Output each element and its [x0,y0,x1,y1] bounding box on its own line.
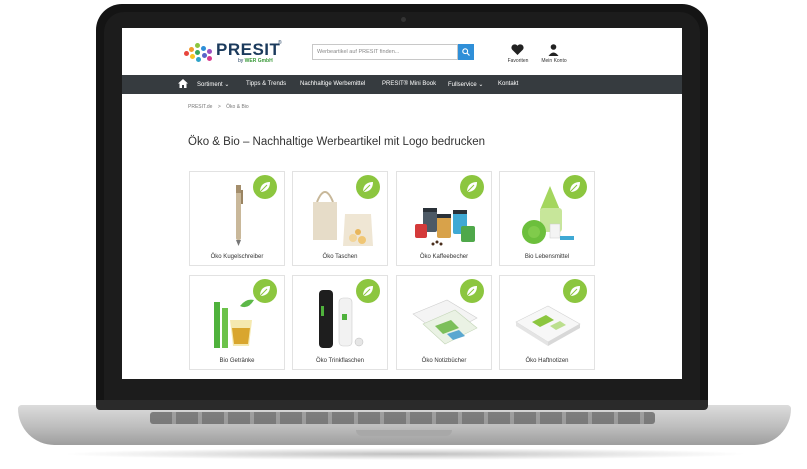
search-button[interactable] [458,44,474,60]
category-card-kaffeebecher[interactable]: Öko Kaffeebecher [396,171,492,266]
category-label: Öko Kugelschreiber [210,254,264,260]
leaf-badge [253,175,277,199]
breadcrumb-separator: > [217,104,221,110]
category-label: Öko Taschen [322,254,358,260]
user-icon [548,44,559,56]
laptop-screen: PRESIT ® by WER GmbH Werbeartikel auf PR… [122,28,682,379]
leaf-badge [356,279,380,303]
favorites-button[interactable]: Favoriten [498,42,538,64]
leaf-icon [362,286,373,297]
logo-tagline-prefix: by [238,58,244,64]
search-icon [462,48,470,56]
logo-wordmark: PRESIT [216,40,281,59]
leaf-icon [259,286,270,297]
category-card-haftnotizen[interactable]: Öko Haftnotizen [499,275,595,370]
chevron-down-icon: ⌄ [478,82,484,88]
search-placeholder: Werbeartikel auf PRESIT finden... [317,49,400,55]
category-card-getraenke[interactable]: Bio Getränke [189,275,285,370]
category-card-trinkflaschen[interactable]: Öko Trinkflaschen [292,275,388,370]
site-header: PRESIT ® by WER GmbH Werbeartikel auf PR… [122,28,682,75]
breadcrumb-home[interactable]: PRESIT.de [188,104,212,110]
category-label: Öko Haftnotizen [525,358,569,364]
category-label: Öko Kaffeebecher [419,254,469,260]
category-label: Öko Notizbücher [421,358,467,364]
nav-item-tipps[interactable]: Tipps & Trends [246,81,286,87]
logo-trademark: ® [278,40,282,46]
nav-item-sortiment[interactable]: Sortiment ⌄ [197,81,229,88]
laptop-hinge [96,400,708,410]
category-card-taschen[interactable]: Öko Taschen [292,171,388,266]
category-label: Bio Lebensmittel [524,254,570,260]
leaf-icon [569,182,580,193]
heart-icon [511,44,524,55]
favorites-label: Favoriten [507,58,529,64]
search-input[interactable]: Werbeartikel auf PRESIT finden... [312,44,458,60]
leaf-icon [362,182,373,193]
home-icon[interactable] [178,79,188,88]
laptop-base [18,405,791,445]
leaf-icon [466,286,477,297]
leaf-badge [356,175,380,199]
nav-item-fullservice[interactable]: Fullservice ⌄ [448,81,483,88]
chevron-down-icon: ⌄ [224,82,230,88]
category-card-lebensmittel[interactable]: Bio Lebensmittel [499,171,595,266]
leaf-badge [563,279,587,303]
logo-tagline-brand: WER GmbH [244,58,273,64]
leaf-badge [460,175,484,199]
page-title: Öko & Bio – Nachhaltige Werbeartikel mit… [188,136,486,148]
leaf-icon [259,182,270,193]
nav-item-label: Sortiment [197,82,223,88]
category-card-notizbuecher[interactable]: Öko Notizbücher [396,275,492,370]
category-card-kugelschreiber[interactable]: Öko Kugelschreiber [189,171,285,266]
logo-tagline: by WER GmbH [238,58,273,64]
nav-item-minibook[interactable]: PRESIT® Mini Book [382,81,436,87]
laptop-keyboard [150,412,655,424]
leaf-icon [569,286,580,297]
nav-item-label: Fullservice [448,82,477,88]
leaf-badge [253,279,277,303]
nav-item-nachhaltig[interactable]: Nachhaltige Werbemittel [300,81,365,87]
nav-item-kontakt[interactable]: Kontakt [498,81,518,87]
category-label: Bio Getränke [219,358,255,364]
camera-icon [401,17,406,22]
leaf-icon [466,182,477,193]
breadcrumb-current: Öko & Bio [226,104,249,110]
leaf-badge [460,279,484,303]
laptop-notch [356,430,452,436]
account-button[interactable]: Mein Konto [534,42,574,64]
logo-dots-icon [182,41,214,63]
laptop-shadow [60,448,750,460]
breadcrumb: PRESIT.de > Öko & Bio [188,104,249,110]
site-logo[interactable]: PRESIT ® by WER GmbH [182,39,282,67]
account-label: Mein Konto [541,58,567,64]
category-label: Öko Trinkflaschen [315,358,365,364]
main-nav: Sortiment ⌄ Tipps & Trends Nachhaltige W… [122,75,682,94]
leaf-badge [563,175,587,199]
